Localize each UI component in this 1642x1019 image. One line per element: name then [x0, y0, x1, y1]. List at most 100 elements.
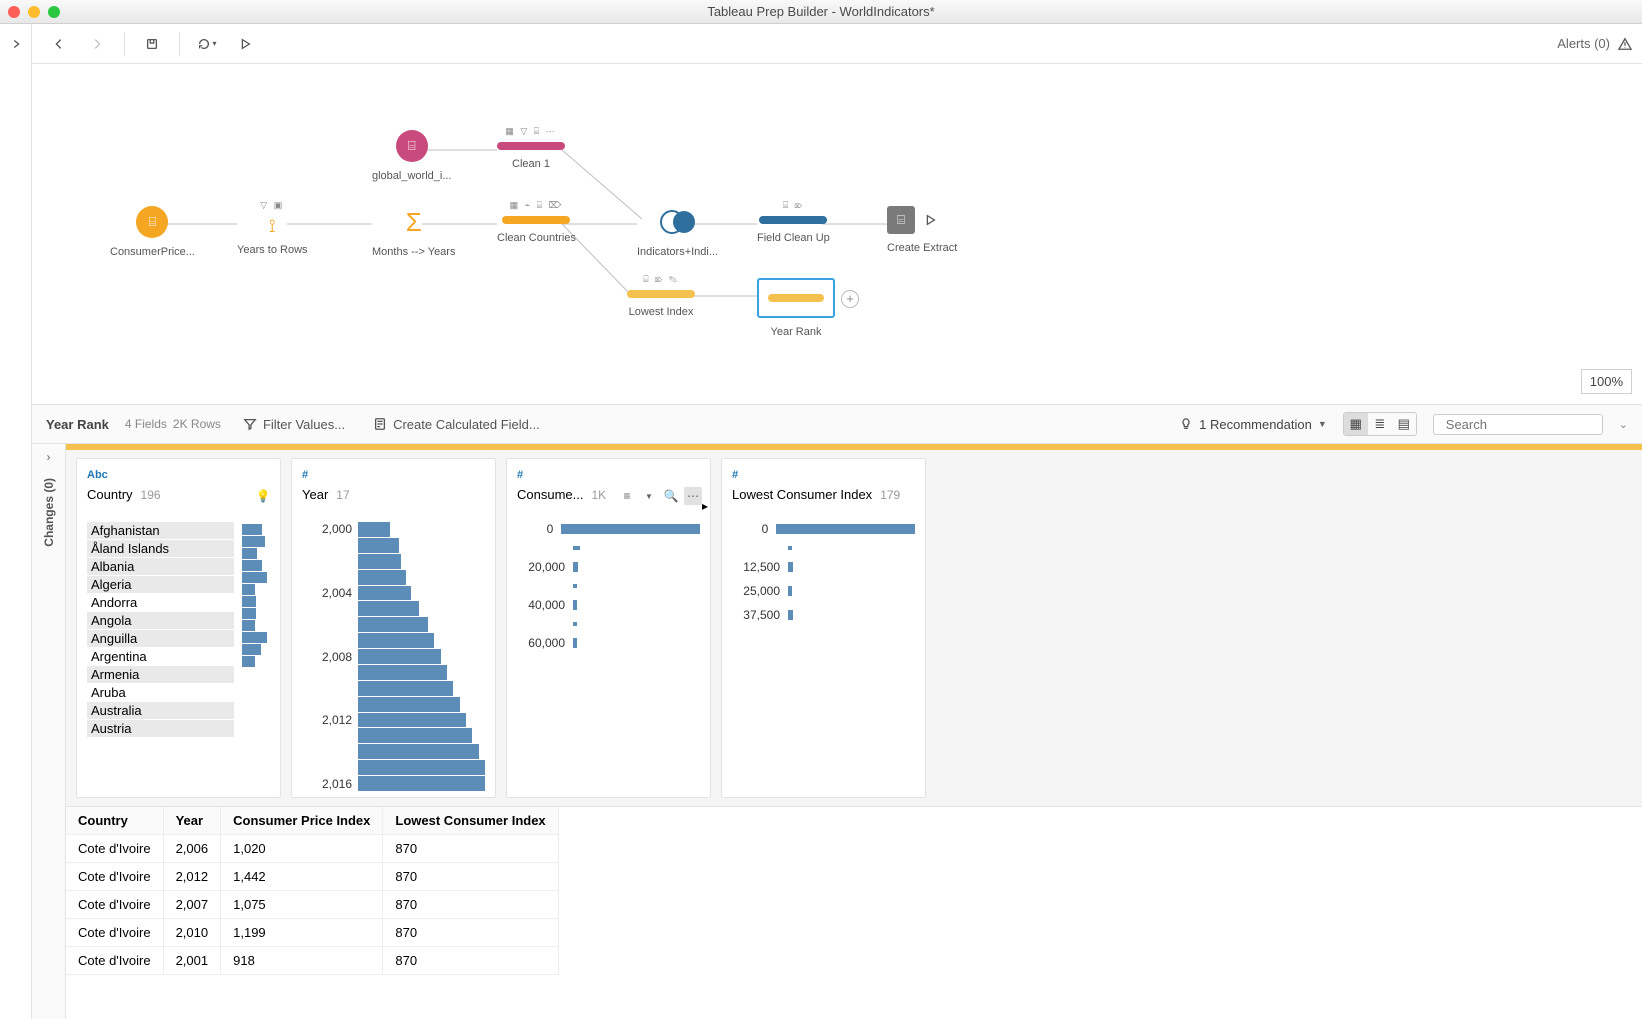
list-item[interactable]: Åland Islands: [87, 540, 234, 557]
hist-bar: [573, 546, 580, 550]
flow-node-clean-countries[interactable]: ▦ ⌁ ⌸ ⌦ Clean Countries: [497, 200, 576, 244]
step-indicators: ▽ ▣: [237, 200, 308, 212]
profile-card-country[interactable]: Abc 💡 Country196 AfghanistanÅland Island…: [76, 458, 281, 798]
window-title: Tableau Prep Builder - WorldIndicators*: [0, 4, 1642, 19]
profile-card-cpi[interactable]: # ≡ ▼ 🔍 ⋯ Consume...1K 020,00040,00060,0…: [506, 458, 711, 798]
list-item[interactable]: Angola: [87, 612, 234, 629]
expand-changes-icon[interactable]: ›: [47, 450, 51, 464]
flow-node-lowest-index[interactable]: ⌸ ⌦ ✎ Lowest Index: [627, 274, 695, 318]
list-item[interactable]: Albania: [87, 558, 234, 575]
step-indicators: ▦ ▽ ⌸ ⋯: [497, 126, 565, 138]
more-options-button[interactable]: ⋯: [684, 487, 702, 505]
list-item[interactable]: Australia: [87, 702, 234, 719]
add-step-button[interactable]: +: [841, 290, 859, 308]
flow-node-months-years[interactable]: Σ Months --> Years: [372, 206, 455, 258]
hist-bar: [573, 562, 578, 572]
column-header[interactable]: Year: [163, 807, 221, 835]
zoom-level[interactable]: 100%: [1581, 369, 1632, 394]
hist-bar: [358, 681, 453, 696]
list-item[interactable]: Afghanistan: [87, 522, 234, 539]
bulb-icon[interactable]: 💡: [254, 487, 272, 505]
flow-node-field-cleanup[interactable]: ⌸ ⌦ Field Clean Up: [757, 200, 830, 244]
hist-bar: [788, 562, 793, 572]
flow-node-clean1[interactable]: ▦ ▽ ⌸ ⋯ Clean 1: [497, 126, 565, 170]
hist-bar: [358, 633, 434, 648]
hist-bar: [358, 760, 485, 775]
profile-cards: Abc 💡 Country196 AfghanistanÅland Island…: [66, 450, 1642, 806]
collapse-connections-button[interactable]: [0, 24, 32, 64]
changes-label: Changes (0): [42, 478, 56, 547]
view-list-button[interactable]: ≣: [1368, 413, 1392, 435]
list-item[interactable]: Andorra: [87, 594, 234, 611]
flow-node-year-rank[interactable]: Year Rank +: [757, 278, 835, 338]
mini-bar: [242, 524, 262, 535]
close-window-icon[interactable]: [8, 6, 20, 18]
search-box[interactable]: [1433, 414, 1603, 435]
flow-node-global-world[interactable]: ⌸ global_world_i...: [372, 130, 452, 182]
chevron-down-icon: ▼: [1318, 419, 1327, 429]
hist-bar: [358, 554, 401, 569]
forward-button[interactable]: [80, 28, 114, 60]
fields-count: 4 Fields: [125, 417, 167, 431]
flow-node-years-to-rows[interactable]: ▽ ▣ ⟟ Years to Rows: [237, 200, 308, 256]
table-row[interactable]: Cote d'Ivoire2,0071,075870: [66, 891, 558, 919]
table-row[interactable]: Cote d'Ivoire2,0061,020870: [66, 835, 558, 863]
table-row[interactable]: Cote d'Ivoire2,0101,199870: [66, 919, 558, 947]
hist-bar: [561, 524, 700, 534]
hist-bar: [358, 586, 411, 601]
mini-bar: [242, 572, 267, 583]
type-number-icon: #: [302, 469, 485, 481]
collapse-profile-icon[interactable]: ⌄: [1619, 418, 1628, 431]
refresh-button[interactable]: ▾: [190, 28, 224, 60]
flow-canvas[interactable]: ⌸ global_world_i... ▦ ▽ ⌸ ⋯ Clean 1 ⌸ Co…: [32, 64, 1642, 404]
search-field-icon[interactable]: 🔍: [662, 487, 680, 505]
hist-bar: [788, 610, 793, 620]
type-number-icon: #: [517, 469, 700, 481]
hist-bar: [358, 728, 472, 743]
create-calc-field-button[interactable]: Create Calculated Field...: [367, 413, 546, 436]
sort-dir-icon[interactable]: ▼: [640, 487, 658, 505]
mini-bar: [242, 584, 255, 595]
filter-values-button[interactable]: Filter Values...: [237, 413, 351, 436]
table-row[interactable]: Cote d'Ivoire2,0121,442870: [66, 863, 558, 891]
list-item[interactable]: Armenia: [87, 666, 234, 683]
type-abc-icon: Abc: [87, 469, 270, 481]
zoom-window-icon[interactable]: [48, 6, 60, 18]
back-button[interactable]: [42, 28, 76, 60]
list-item[interactable]: Austria: [87, 720, 234, 737]
view-toggle-group: ▦ ≣ ▤: [1343, 412, 1417, 436]
flow-node-indicators-join[interactable]: Indicators+Indi...: [637, 206, 718, 258]
changes-pane-rail[interactable]: › Changes (0): [32, 444, 66, 1019]
list-item[interactable]: Argentina: [87, 648, 234, 665]
profile-card-lci[interactable]: # Lowest Consumer Index179 012,50025,000…: [721, 458, 926, 798]
column-header[interactable]: Lowest Consumer Index: [383, 807, 558, 835]
profile-card-year[interactable]: # Year17 2,0002,0042,0082,0122,016: [291, 458, 496, 798]
bulb-icon: [1179, 417, 1193, 431]
search-input[interactable]: [1446, 417, 1622, 432]
run-flow-button[interactable]: [228, 28, 262, 60]
view-grid-button[interactable]: ▤: [1392, 413, 1416, 435]
hist-bar: [788, 546, 792, 550]
hist-bar: [573, 584, 577, 588]
list-item[interactable]: Anguilla: [87, 630, 234, 647]
mini-bar: [242, 632, 267, 643]
recommendation-button[interactable]: 1 Recommendation ▼: [1179, 417, 1327, 432]
step-indicators: ▦ ⌁ ⌸ ⌦: [497, 200, 576, 212]
minimize-window-icon[interactable]: [28, 6, 40, 18]
table-row[interactable]: Cote d'Ivoire2,001918870: [66, 947, 558, 975]
column-header[interactable]: Consumer Price Index: [221, 807, 383, 835]
hist-bar: [573, 622, 577, 626]
flow-node-consumer-price[interactable]: ⌸ ConsumerPrice...: [110, 206, 195, 258]
view-profile-button[interactable]: ▦: [1344, 413, 1368, 435]
data-grid[interactable]: CountryYearConsumer Price IndexLowest Co…: [66, 806, 1642, 1019]
mac-titlebar: Tableau Prep Builder - WorldIndicators*: [0, 0, 1642, 24]
column-header[interactable]: Country: [66, 807, 163, 835]
alerts-label[interactable]: Alerts (0): [1557, 36, 1610, 51]
mini-bar: [242, 596, 256, 607]
flow-node-create-extract[interactable]: ⌸ Create Extract: [887, 206, 957, 254]
run-output-icon[interactable]: [923, 213, 937, 227]
list-item[interactable]: Algeria: [87, 576, 234, 593]
list-item[interactable]: Aruba: [87, 684, 234, 701]
sort-icon[interactable]: ≡: [618, 487, 636, 505]
save-button[interactable]: [135, 28, 169, 60]
